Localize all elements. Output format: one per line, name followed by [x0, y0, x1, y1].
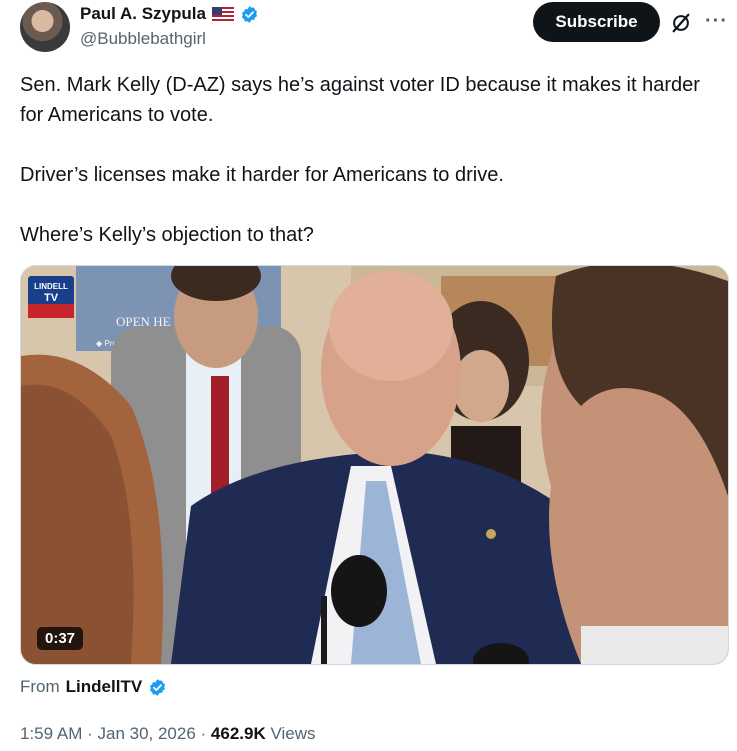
- from-label: From: [20, 677, 60, 696]
- views-label: Views: [270, 724, 316, 743]
- us-flag-icon: [211, 7, 234, 21]
- verified-badge-icon: [241, 5, 257, 23]
- watermark-text: LINDELL: [34, 282, 68, 291]
- tweet-paragraph: Where’s Kelly’s objection to that?: [20, 224, 314, 246]
- tweet-paragraph: Driver’s licenses make it harder for Ame…: [20, 164, 504, 186]
- video-source-row: From LindellTV: [20, 677, 167, 697]
- tweet-time[interactable]: 1:59 AM: [20, 724, 82, 743]
- tweet-paragraph: Sen. Mark Kelly (D-AZ) says he’s against…: [20, 74, 700, 126]
- grok-icon[interactable]: [670, 12, 692, 34]
- separator: ·: [195, 724, 211, 743]
- source-account-link[interactable]: LindellTV: [66, 677, 143, 697]
- author-name-row[interactable]: Paul A. Szypula: [80, 4, 259, 24]
- author-handle[interactable]: @Bubblebathgirl: [80, 29, 206, 49]
- tweet-meta: 1:59 AM · Jan 30, 2026 · 462.9K Views: [20, 724, 316, 744]
- video-player[interactable]: OPEN HE ◆ Prohibit LINDELL TV: [20, 265, 729, 665]
- subscribe-button[interactable]: Subscribe: [533, 2, 660, 42]
- tweet-date[interactable]: Jan 30, 2026: [97, 724, 195, 743]
- more-icon[interactable]: ···: [705, 10, 728, 33]
- views-count: 462.9K: [210, 724, 266, 743]
- author-avatar[interactable]: [20, 2, 70, 52]
- separator: ·: [82, 724, 98, 743]
- verified-badge-icon: [150, 678, 166, 696]
- tweet-text: Sen. Mark Kelly (D-AZ) says he’s against…: [20, 70, 710, 280]
- watermark-subtext: TV: [44, 292, 59, 304]
- video-duration-badge: 0:37: [37, 627, 84, 650]
- author-name[interactable]: Paul A. Szypula: [80, 4, 206, 24]
- video-frame: OPEN HE ◆ Prohibit LINDELL TV: [21, 266, 728, 664]
